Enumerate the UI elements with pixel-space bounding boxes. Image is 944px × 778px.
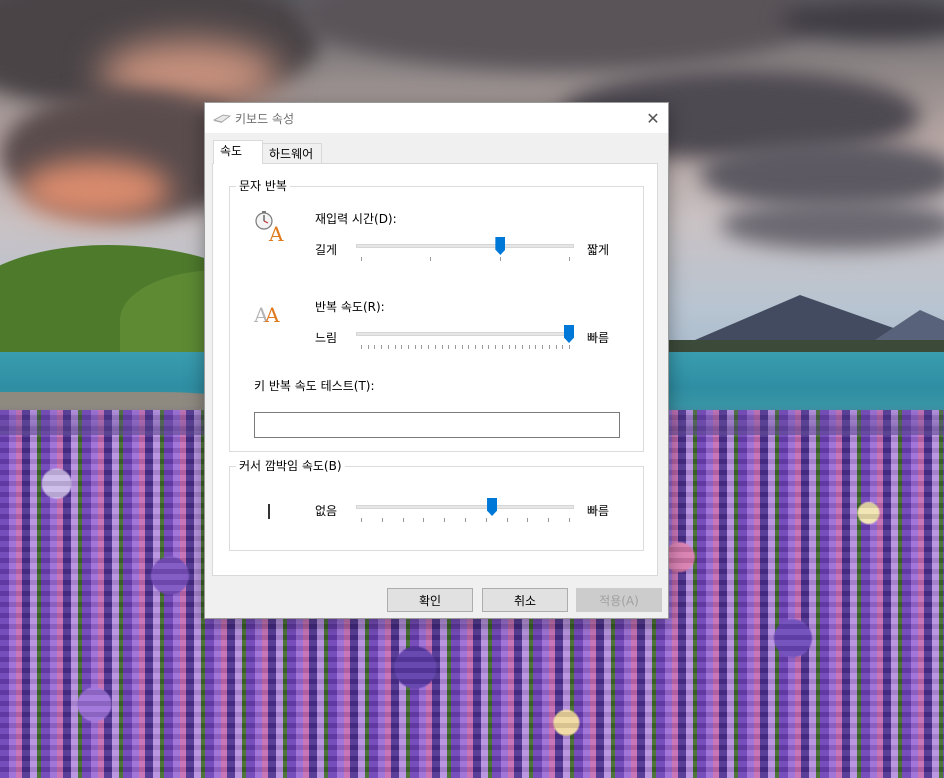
slider-tick: [361, 518, 362, 522]
slider-tick: [481, 345, 483, 349]
tab-hardware[interactable]: 하드웨어: [262, 143, 322, 164]
slider-tick: [441, 345, 443, 349]
slider-tick: [548, 518, 550, 522]
slider-tick: [501, 345, 503, 349]
slider-tick: [381, 518, 383, 522]
group-title: 문자 반복: [236, 179, 290, 193]
slider-track[interactable]: [356, 244, 574, 248]
slider-tick: [448, 345, 450, 349]
slider-tick: [485, 518, 487, 522]
slider-tick: [499, 257, 501, 261]
cancel-button[interactable]: 취소: [482, 588, 568, 612]
slider-tick: [430, 257, 432, 261]
slider-track[interactable]: [356, 505, 574, 509]
repeat-rate-label: 반복 속도(R):: [315, 300, 385, 314]
slider-tick: [569, 345, 570, 349]
slider-tick: [528, 345, 530, 349]
tab-speed[interactable]: 속도: [213, 140, 263, 164]
slider-tick: [522, 345, 524, 349]
slider-tick: [423, 518, 425, 522]
slider-tick: [387, 345, 389, 349]
repeat-rate-slider[interactable]: [356, 322, 574, 352]
group-title: 커서 깜박임 속도(B): [236, 459, 345, 473]
slider-tick: [515, 345, 517, 349]
slider-tick: [495, 345, 497, 349]
slider-tick: [527, 518, 529, 522]
slider-tick: [361, 257, 362, 261]
cursor-blink-slider[interactable]: [356, 495, 574, 525]
slider-tick: [414, 345, 416, 349]
svg-text:A: A: [268, 222, 284, 244]
slider-tick: [367, 345, 369, 349]
slider-ticks: [356, 257, 574, 262]
slider-tick: [421, 345, 423, 349]
window-title: 키보드 속성: [235, 112, 295, 126]
slider-tick: [434, 345, 436, 349]
slider-tick: [569, 518, 570, 522]
apply-button[interactable]: 적용(A): [576, 588, 662, 612]
slider-tick: [555, 345, 557, 349]
tab-panel-speed: 문자 반복 A 재입력 시간(D): 길게 짧게 A A 반복 속도(R): 느…: [212, 163, 658, 576]
slider-tick: [428, 345, 430, 349]
slider-tick: [548, 345, 550, 349]
cursor-blink-preview: [268, 504, 270, 519]
slider-tick: [542, 345, 544, 349]
slider-ticks: [356, 518, 574, 523]
slider-thumb[interactable]: [495, 237, 506, 255]
keyboard-icon: [213, 114, 231, 123]
slider-tick: [468, 345, 470, 349]
title-bar: 키보드 속성 ✕: [205, 103, 668, 133]
repeat-rate-max-label: 빠름: [587, 331, 610, 345]
slider-tick: [488, 345, 490, 349]
slider-tick: [506, 518, 508, 522]
slider-ticks: [356, 345, 574, 350]
slider-tick: [401, 345, 403, 349]
slider-tick: [381, 345, 383, 349]
svg-text:A: A: [264, 303, 280, 327]
repeat-delay-label: 재입력 시간(D):: [315, 212, 397, 226]
cursor-blink-max-label: 빠름: [587, 504, 610, 518]
slider-tick: [508, 345, 510, 349]
repeat-test-input[interactable]: [254, 412, 620, 438]
slider-tick: [465, 518, 466, 522]
slider-tick: [361, 345, 362, 349]
slider-track[interactable]: [356, 332, 574, 336]
slider-tick: [569, 257, 570, 261]
slider-tick: [402, 518, 404, 522]
keyboard-properties-dialog: 키보드 속성 ✕ 속도 하드웨어 문자 반복 A 재입력 시간(D): 길게 짧…: [204, 102, 669, 619]
cursor-blink-min-label: 없음: [315, 504, 338, 518]
repeat-rate-min-label: 느림: [315, 331, 338, 345]
slider-tick: [461, 345, 463, 349]
slider-tick: [394, 345, 396, 349]
slider-tick: [374, 345, 376, 349]
close-icon: ✕: [646, 108, 660, 128]
repeat-delay-max-label: 짧게: [587, 243, 610, 257]
close-button[interactable]: ✕: [638, 103, 668, 133]
slider-tick: [454, 345, 456, 349]
slider-tick: [444, 518, 446, 522]
slider-tick: [475, 345, 477, 349]
slider-tick: [562, 345, 564, 349]
slider-tick: [535, 345, 537, 349]
slider-thumb[interactable]: [487, 498, 498, 516]
slider-thumb[interactable]: [564, 325, 574, 343]
repeat-test-label: 키 반복 속도 테스트(T):: [254, 379, 375, 393]
repeat-rate-icon: A A: [254, 303, 280, 327]
repeat-delay-slider[interactable]: [356, 234, 574, 264]
ok-button[interactable]: 확인: [387, 588, 473, 612]
repeat-delay-min-label: 길게: [315, 243, 338, 257]
slider-tick: [407, 345, 409, 349]
repeat-delay-icon: A: [255, 211, 284, 244]
